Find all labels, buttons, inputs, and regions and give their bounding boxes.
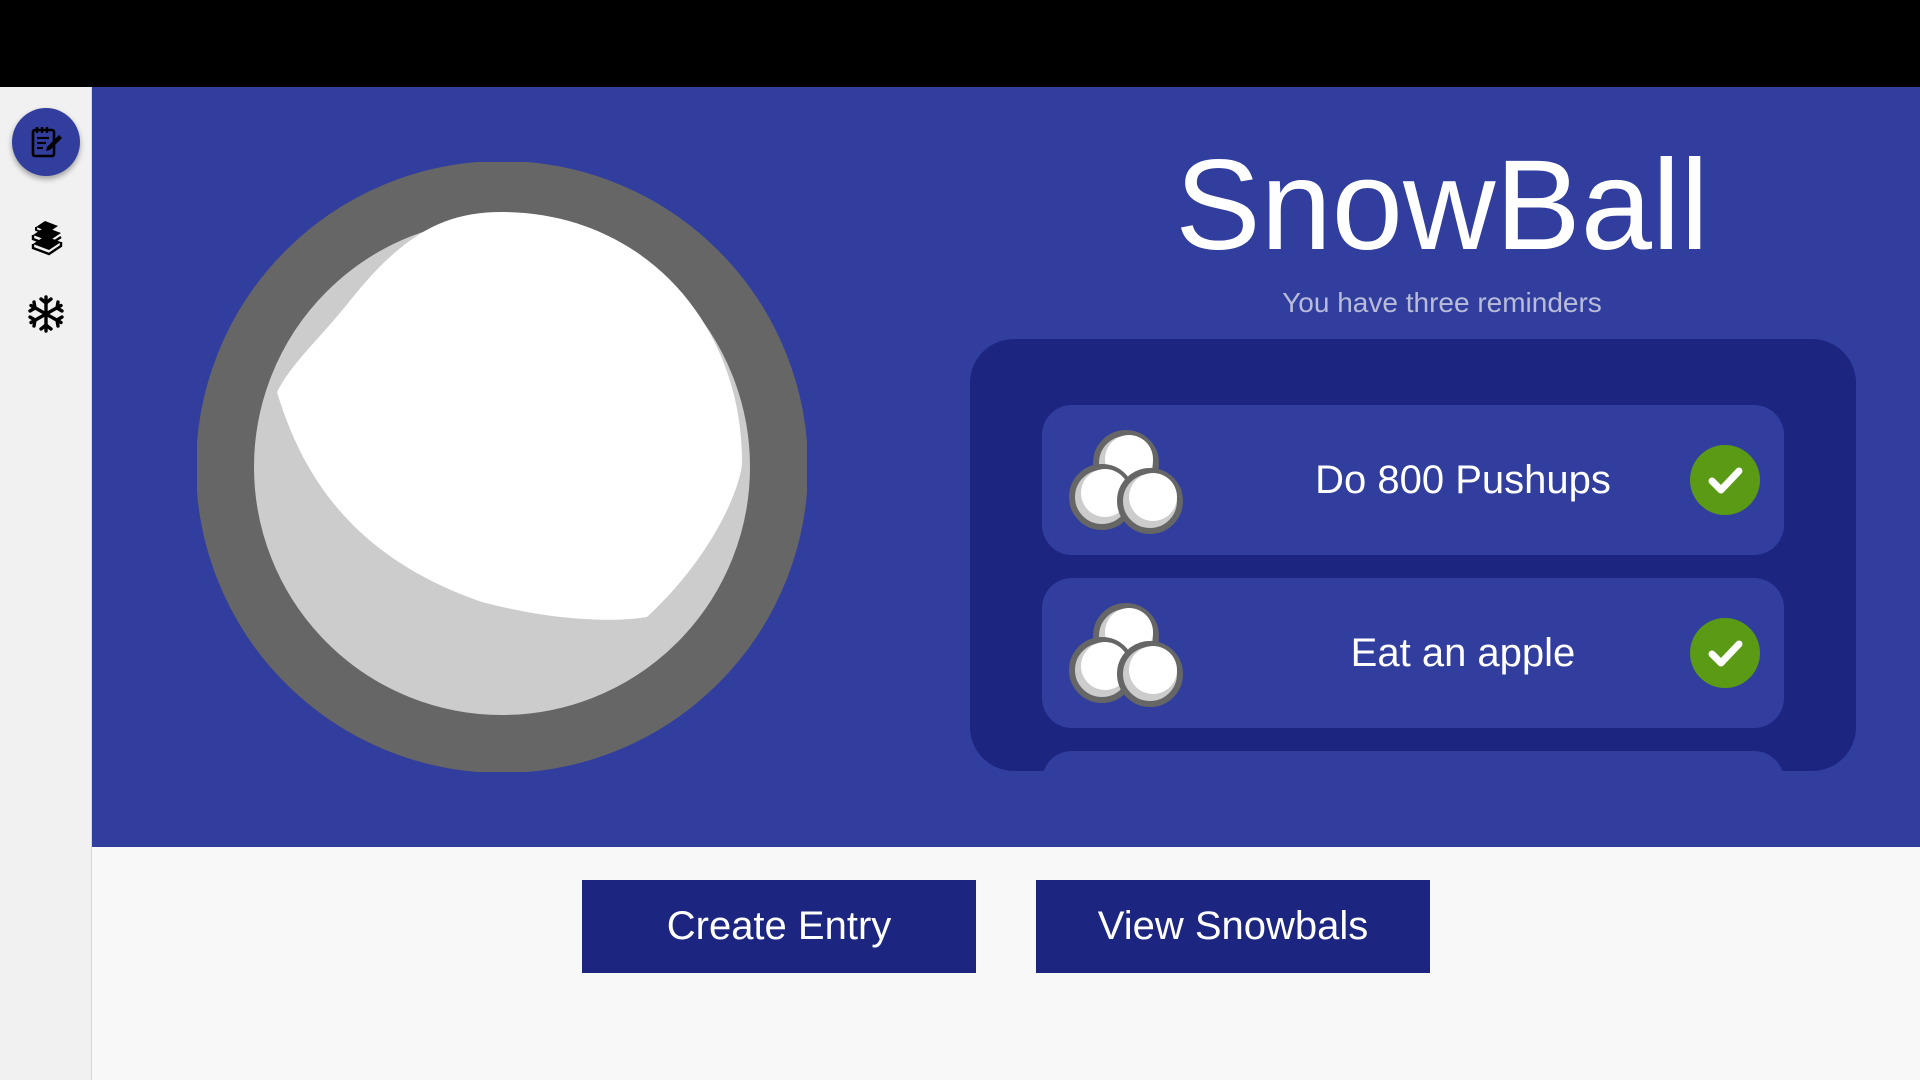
app-title: SnowBall <box>1175 134 1709 277</box>
reminder-item-partial[interactable] <box>1042 751 1784 771</box>
reminder-count-subtitle: You have three reminders <box>1282 287 1602 318</box>
view-snowballs-button[interactable]: View Snowbals <box>1036 880 1430 973</box>
complete-check-button[interactable] <box>1690 618 1760 688</box>
reminder-label <box>1252 751 1674 771</box>
top-bar <box>0 0 1920 87</box>
books-icon <box>31 221 63 256</box>
reminder-list[interactable]: Do 800 Pushups Eat an apple <box>970 339 1856 771</box>
snowballs-icon <box>1069 603 1183 707</box>
reminder-label: Do 800 Pushups <box>1315 457 1611 502</box>
checkmark-icon <box>1708 640 1743 667</box>
create-entry-button[interactable]: Create Entry <box>582 880 976 973</box>
reminder-item[interactable]: Eat an apple <box>1042 578 1784 728</box>
complete-check-button[interactable] <box>1690 445 1760 515</box>
notepad-edit-icon <box>31 127 62 158</box>
reminder-item[interactable]: Do 800 Pushups <box>1042 405 1784 555</box>
sidebar-item-library[interactable] <box>12 203 80 271</box>
snowballs-icon <box>1069 430 1183 534</box>
checkmark-icon <box>1708 467 1743 494</box>
hero-section: SnowBall You have three reminders Do 800… <box>92 87 1920 847</box>
sidebar-item-snowballs[interactable] <box>12 280 80 348</box>
snowflake-icon <box>28 295 64 333</box>
reminder-label: Eat an apple <box>1350 630 1576 675</box>
snowball-illustration <box>197 162 807 772</box>
sidebar <box>0 87 92 1080</box>
sidebar-item-journal[interactable] <box>12 108 80 176</box>
